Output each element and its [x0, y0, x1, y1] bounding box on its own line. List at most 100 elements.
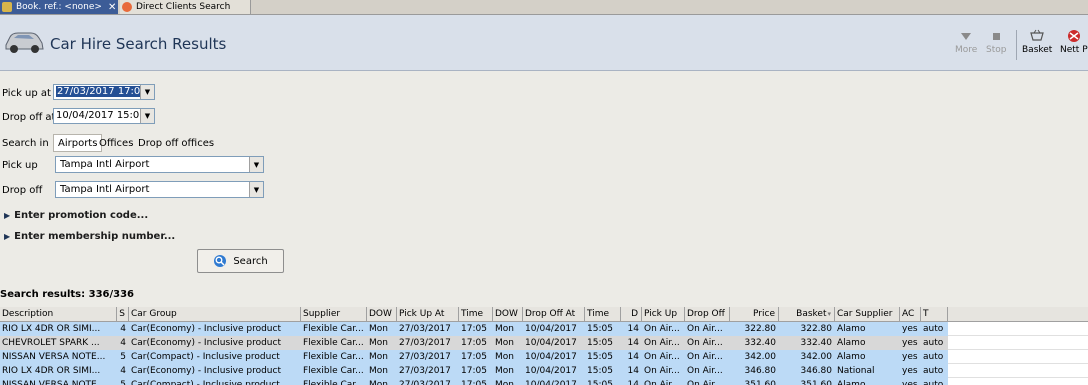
cell-description: RIO LX 4DR OR SIMI... — [2, 324, 101, 334]
cell-dropoff-dow: Mon — [495, 324, 514, 334]
promotion-code-label: Enter promotion code... — [14, 210, 149, 221]
column-header-supplier[interactable]: Supplier — [301, 307, 367, 321]
cell-ac: yes — [902, 338, 918, 348]
membership-number-expander[interactable]: ▶ Enter membership number... — [4, 231, 175, 242]
cell-price: 351.60 — [744, 380, 777, 385]
table-row[interactable]: CHEVROLET SPARK ... 4 Car(Economy) - Inclu… — [0, 336, 1088, 350]
cell-basket-price: 342.00 — [800, 352, 833, 362]
cell-transmission: auto — [923, 352, 944, 362]
search-in-dropoff-offices[interactable]: Drop off offices — [138, 134, 214, 152]
search-button[interactable]: Search — [197, 249, 284, 273]
column-header-description[interactable]: Description — [0, 307, 117, 321]
column-header-car-group[interactable]: Car Group — [129, 307, 301, 321]
chevron-down-icon[interactable]: ▼ — [140, 85, 154, 99]
cell-car-supplier: National — [837, 366, 875, 376]
cell-supplier: Flexible Car... — [303, 380, 364, 385]
pickup-location-select[interactable]: Tampa Intl Airport ▼ — [55, 156, 264, 173]
column-header-pickup-at[interactable]: Pick Up At — [397, 307, 459, 321]
dropoff-label: Drop off — [2, 185, 43, 196]
cell-car-group: Car(Economy) - Inclusive product — [131, 324, 281, 334]
table-row[interactable]: NISSAN VERSA NOTE... 5 Car(Compact) - Incl… — [0, 378, 1088, 385]
column-header-pickup-time[interactable]: Time — [459, 307, 493, 321]
chevron-down-icon[interactable]: ▼ — [140, 109, 154, 123]
pickup-at-label: Pick up at — [2, 88, 51, 99]
search-in-airports[interactable]: Airports — [53, 134, 103, 152]
column-header-car-supplier[interactable]: Car Supplier — [835, 307, 900, 321]
dropoff-datetime-field[interactable]: 10/04/2017 15:05 ▼ — [53, 108, 155, 124]
more-button[interactable]: More — [955, 29, 977, 55]
search-button-label: Search — [233, 255, 268, 267]
chevron-right-icon: ▶ — [4, 211, 11, 220]
cell-seats: 4 — [120, 366, 126, 376]
table-row[interactable]: RIO LX 4DR OR SIMI... 4 Car(Economy) - Inc… — [0, 364, 1088, 378]
column-header-seats[interactable]: S — [117, 307, 129, 321]
column-header-dropoff-at[interactable]: Drop Off At — [523, 307, 585, 321]
close-icon[interactable]: ✕ — [108, 2, 116, 13]
column-header-transmission[interactable]: T — [921, 307, 948, 321]
pickup-location-value: Tampa Intl Airport — [60, 159, 150, 170]
column-header-price[interactable]: Price — [730, 307, 779, 321]
membership-number-label: Enter membership number... — [14, 231, 176, 242]
cell-pickup-date: 27/03/2017 — [399, 366, 451, 376]
cell-days: 14 — [627, 324, 639, 334]
search-in-offices[interactable]: Offices — [99, 134, 133, 152]
nett-prices-button[interactable]: Nett P — [1060, 29, 1088, 55]
tab-booking-reference[interactable]: Book. ref.: <none> ✕ — [0, 0, 118, 14]
basket-button[interactable]: Basket — [1022, 29, 1052, 55]
column-header-days[interactable]: D — [621, 307, 642, 321]
cell-price: 322.80 — [744, 324, 777, 334]
cell-dropoff-location: On Air... — [687, 380, 723, 385]
cell-basket-price: 332.40 — [800, 338, 833, 348]
cell-pickup-dow: Mon — [369, 352, 388, 362]
tab-direct-clients-search[interactable]: Direct Clients Search — [120, 0, 251, 14]
row-filler — [948, 378, 1088, 385]
cell-seats: 5 — [120, 380, 126, 385]
cell-description: NISSAN VERSA NOTE... — [2, 380, 106, 385]
toolbar-separator — [1016, 30, 1017, 60]
cell-ac: yes — [902, 380, 918, 385]
cell-pickup-date: 27/03/2017 — [399, 352, 451, 362]
cell-supplier: Flexible Car... — [303, 338, 364, 348]
column-header-dropoff-time[interactable]: Time — [585, 307, 621, 321]
column-header-pickup-location[interactable]: Pick Up — [642, 307, 685, 321]
page-header: Car Hire Search Results More Stop Basket… — [0, 15, 1088, 71]
cell-price: 332.40 — [744, 338, 777, 348]
cell-dropoff-time: 15:05 — [587, 380, 613, 385]
stop-icon — [991, 29, 1001, 43]
cell-supplier: Flexible Car... — [303, 366, 364, 376]
results-count: Search results: 336/336 — [0, 289, 135, 300]
chevron-down-icon[interactable]: ▼ — [249, 157, 263, 172]
table-row[interactable]: NISSAN VERSA NOTE... 5 Car(Compact) - Incl… — [0, 350, 1088, 364]
basket-label: Basket — [1022, 45, 1053, 55]
column-header-dropoff-dow[interactable]: DOW — [493, 307, 523, 321]
pickup-datetime-field[interactable]: 27/03/2017 17:05 ▼ — [53, 84, 155, 100]
cell-car-group: Car(Compact) - Inclusive product — [131, 380, 280, 385]
cell-dropoff-date: 10/04/2017 — [525, 366, 577, 376]
cell-dropoff-location: On Air... — [687, 324, 723, 334]
nett-prices-label: Nett P — [1060, 45, 1088, 55]
pickup-datetime-value: 27/03/2017 17:05 — [56, 86, 148, 97]
cell-description: RIO LX 4DR OR SIMI... — [2, 366, 101, 376]
cell-days: 14 — [627, 366, 639, 376]
column-header-ac[interactable]: AC — [900, 307, 921, 321]
sort-icon: ▾ — [827, 310, 831, 318]
column-header-dropoff-location[interactable]: Drop Off — [685, 307, 730, 321]
promotion-code-expander[interactable]: ▶ Enter promotion code... — [4, 210, 148, 221]
cell-pickup-location: On Air... — [644, 324, 680, 334]
column-header-basket[interactable]: Basket▾ — [779, 307, 835, 321]
cell-dropoff-dow: Mon — [495, 380, 514, 385]
nett-prices-icon — [1066, 29, 1082, 43]
cell-seats: 4 — [120, 324, 126, 334]
cell-pickup-dow: Mon — [369, 380, 388, 385]
chevron-down-icon[interactable]: ▼ — [249, 182, 263, 197]
dropoff-datetime-value: 10/04/2017 15:05 — [56, 110, 146, 121]
cell-description: CHEVROLET SPARK ... — [2, 338, 100, 348]
stop-button[interactable]: Stop — [986, 29, 1006, 55]
dropoff-at-label: Drop off at — [2, 112, 56, 123]
column-header-pickup-dow[interactable]: DOW — [367, 307, 397, 321]
table-row[interactable]: RIO LX 4DR OR SIMI... 4 Car(Economy) - Inc… — [0, 322, 1088, 336]
cell-price: 342.00 — [744, 352, 777, 362]
search-icon — [214, 255, 227, 267]
dropoff-location-select[interactable]: Tampa Intl Airport ▼ — [55, 181, 264, 198]
page-title: Car Hire Search Results — [50, 35, 227, 53]
